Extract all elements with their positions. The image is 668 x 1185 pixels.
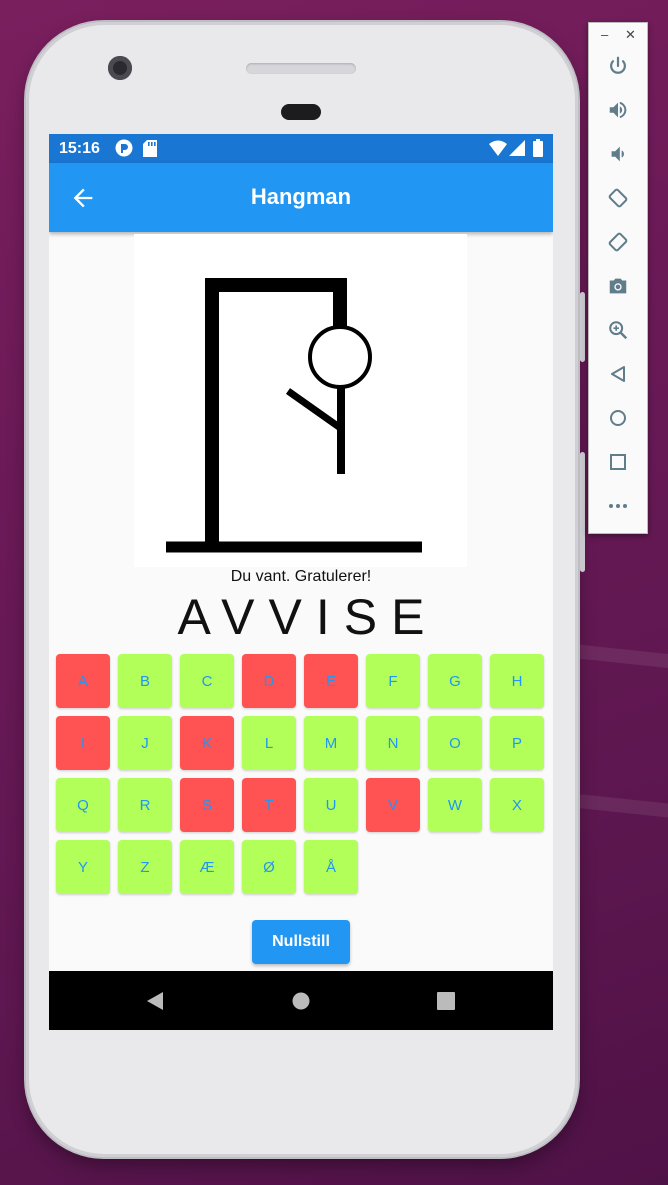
letter-key[interactable]: J <box>118 716 172 770</box>
letter-key[interactable]: B <box>118 654 172 708</box>
signal-icon <box>509 140 525 161</box>
letter-key[interactable]: A <box>56 654 110 708</box>
minimize-icon[interactable]: – <box>601 27 608 42</box>
volume-up-icon[interactable] <box>604 96 632 124</box>
emulator-toolbar: – ✕ <box>588 22 648 534</box>
navigation-bar <box>49 971 553 1030</box>
close-icon[interactable]: ✕ <box>625 27 636 43</box>
nav-home-icon[interactable] <box>292 992 310 1015</box>
letter-key[interactable]: U <box>304 778 358 832</box>
app-title: Hangman <box>250 184 352 209</box>
letter-key[interactable]: F <box>366 654 420 708</box>
letter-key[interactable]: Å <box>304 840 358 894</box>
letter-key[interactable]: M <box>304 716 358 770</box>
speaker-grille <box>246 63 356 74</box>
letter-key[interactable]: H <box>490 654 544 708</box>
letter-key[interactable]: O <box>428 716 482 770</box>
volume-down-icon[interactable] <box>604 140 632 168</box>
home-icon[interactable] <box>604 404 632 432</box>
hangman-figure <box>166 278 422 553</box>
letter-key[interactable]: W <box>428 778 482 832</box>
letter-key[interactable]: G <box>428 654 482 708</box>
nav-overview-icon[interactable] <box>437 992 455 1015</box>
game-result-message: Du vant. Gratulerer! <box>230 568 372 585</box>
letter-key[interactable]: Ø <box>242 840 296 894</box>
wifi-icon <box>489 140 507 161</box>
letter-key[interactable]: E <box>304 654 358 708</box>
overview-icon[interactable] <box>604 448 632 476</box>
letter-key[interactable]: C <box>180 654 234 708</box>
phone-side-button <box>580 292 585 362</box>
letter-key[interactable]: Q <box>56 778 110 832</box>
rotate-right-icon[interactable] <box>604 228 632 256</box>
letter-key[interactable]: L <box>242 716 296 770</box>
more-icon[interactable] <box>604 492 632 520</box>
letter-key[interactable]: D <box>242 654 296 708</box>
letter-key[interactable]: N <box>366 716 420 770</box>
phone-volume-button <box>580 452 585 572</box>
status-time: 15:16 <box>59 140 100 157</box>
back-icon[interactable] <box>604 360 632 388</box>
letter-key[interactable]: Z <box>118 840 172 894</box>
letter-key[interactable]: R <box>118 778 172 832</box>
letter-key[interactable]: P <box>490 716 544 770</box>
earpiece <box>281 104 321 120</box>
secret-word: AVVISE <box>177 589 439 645</box>
sd-card-icon <box>143 140 157 162</box>
camera-icon[interactable] <box>604 272 632 300</box>
rotate-left-icon[interactable] <box>604 184 632 212</box>
front-camera <box>108 56 132 80</box>
letter-key[interactable]: Æ <box>180 840 234 894</box>
letter-key[interactable]: V <box>366 778 420 832</box>
battery-icon <box>533 139 543 162</box>
letter-key[interactable]: Y <box>56 840 110 894</box>
reset-button[interactable]: Nullstill <box>252 920 350 964</box>
hangman-drawing <box>134 234 467 567</box>
phone-screen: 15:16 Hangman Du vant. Gratulerer! AVVIS… <box>49 134 553 1030</box>
nav-back-icon[interactable] <box>145 991 165 1016</box>
status-bar: 15:16 <box>49 134 553 163</box>
background-streak <box>574 793 668 821</box>
letter-key[interactable]: X <box>490 778 544 832</box>
app-bar: Hangman <box>49 163 553 232</box>
letter-key[interactable]: I <box>56 716 110 770</box>
letter-key[interactable]: K <box>180 716 234 770</box>
zoom-icon[interactable] <box>604 316 632 344</box>
letter-key[interactable]: S <box>180 778 234 832</box>
power-icon[interactable] <box>604 52 632 80</box>
notification-app-icon <box>115 139 133 162</box>
letter-key[interactable]: T <box>242 778 296 832</box>
